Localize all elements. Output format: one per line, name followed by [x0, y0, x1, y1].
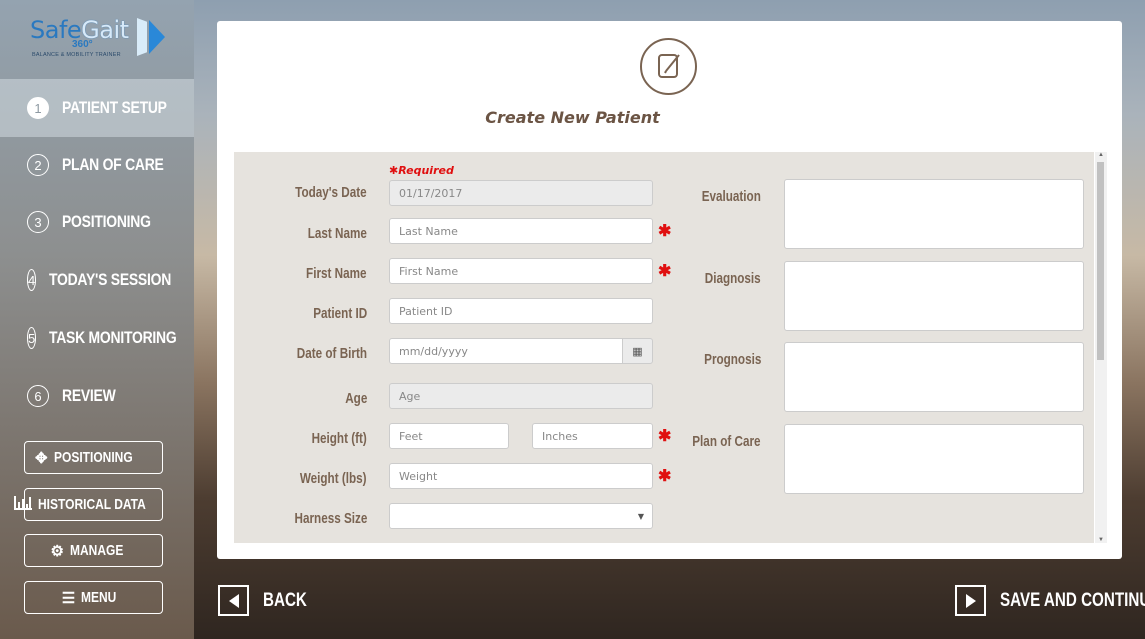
logo-badge: 360° — [72, 39, 93, 50]
move-arrows-icon: ✥ — [35, 449, 48, 467]
save-and-continue-button[interactable]: SAVE AND CONTINUE — [955, 585, 1145, 616]
step-task-monitoring[interactable]: 5 TASK MONITORING — [0, 309, 194, 367]
evaluation-textarea[interactable] — [784, 179, 1084, 249]
height-feet-input[interactable]: Feet — [389, 423, 509, 449]
diagnosis-textarea[interactable] — [784, 261, 1084, 331]
age-field: Age — [389, 383, 653, 409]
plan-of-care-textarea[interactable] — [784, 424, 1084, 494]
required-marker: ✱ — [658, 223, 672, 240]
calendar-icon[interactable]: ▦ — [622, 338, 653, 364]
step-todays-session[interactable]: 4 TODAY'S SESSION — [0, 251, 194, 309]
dob-input[interactable]: mm/dd/yyyy — [389, 338, 623, 364]
sidebar: SafeGait 360° BALANCE & MOBILITY TRAINER… — [0, 0, 194, 639]
weight-input[interactable]: Weight — [389, 463, 653, 489]
height-label: Height (ft) — [311, 430, 367, 447]
step-positioning[interactable]: 3 POSITIONING — [0, 193, 194, 251]
first-name-input[interactable]: First Name — [389, 258, 653, 284]
chevron-down-icon: ▼ — [637, 511, 644, 521]
forward-arrow-icon — [955, 585, 986, 616]
logo-tagline: BALANCE & MOBILITY TRAINER — [32, 52, 121, 58]
scroll-down-icon[interactable]: ▼ — [1098, 537, 1104, 543]
weight-label: Weight (lbs) — [300, 470, 367, 487]
required-marker: ✱ — [658, 263, 672, 280]
step-number: 5 — [27, 327, 37, 349]
evaluation-label: Evaluation — [701, 188, 761, 205]
back-button[interactable]: BACK — [218, 585, 318, 616]
step-label: POSITIONING — [62, 212, 151, 231]
height-inches-input[interactable]: Inches — [532, 423, 653, 449]
historical-data-button[interactable]: HISTORICAL DATA — [14, 488, 163, 521]
menu-button[interactable]: ☰ MENU — [24, 581, 163, 614]
todays-date-label: Today's Date — [295, 184, 367, 201]
diagnosis-label: Diagnosis — [705, 270, 761, 287]
step-label: PLAN OF CARE — [62, 155, 164, 174]
last-name-label: Last Name — [307, 225, 367, 242]
step-number: 6 — [27, 385, 49, 407]
step-label: REVIEW — [62, 386, 116, 405]
last-name-input[interactable]: Last Name — [389, 218, 653, 244]
patient-id-input[interactable]: Patient ID — [389, 298, 653, 324]
dob-label: Date of Birth — [296, 345, 367, 362]
required-marker: ✱ — [658, 428, 672, 445]
hamburger-icon: ☰ — [61, 589, 76, 607]
positioning-button[interactable]: ✥ POSITIONING — [24, 441, 163, 474]
safegait-logo[interactable]: SafeGait 360° BALANCE & MOBILITY TRAINER — [30, 14, 170, 64]
form-scrollbar[interactable]: ▲ ▼ — [1095, 152, 1107, 543]
step-plan-of-care[interactable]: 2 PLAN OF CARE — [0, 136, 194, 194]
required-note: ✱Required — [389, 164, 454, 177]
bar-chart-icon — [14, 495, 33, 514]
required-marker: ✱ — [658, 468, 672, 485]
scrollbar-thumb[interactable] — [1097, 162, 1104, 360]
todays-date-field: 01/17/2017 — [389, 180, 653, 206]
patient-id-label: Patient ID — [313, 305, 367, 322]
scroll-up-icon[interactable]: ▲ — [1098, 152, 1104, 158]
prognosis-label: Prognosis — [703, 351, 761, 368]
harness-size-select[interactable]: ▼ — [389, 503, 653, 529]
harness-size-label: Harness Size — [294, 510, 367, 527]
back-arrow-icon — [218, 585, 249, 616]
gears-icon: ⚙ — [50, 542, 64, 560]
manage-button[interactable]: ⚙ MANAGE — [24, 534, 163, 567]
step-number: 4 — [27, 269, 37, 291]
step-label: TASK MONITORING — [49, 328, 177, 347]
age-label: Age — [344, 390, 367, 407]
first-name-label: First Name — [306, 265, 367, 282]
edit-document-icon — [640, 38, 697, 95]
step-review[interactable]: 6 REVIEW — [0, 367, 194, 425]
logo-mark-icon — [137, 18, 165, 56]
plan-of-care-label: Plan of Care — [692, 433, 761, 450]
page-title: Create New Patient — [485, 108, 660, 127]
step-number: 3 — [27, 211, 49, 233]
step-label: TODAY'S SESSION — [49, 270, 172, 289]
prognosis-textarea[interactable] — [784, 342, 1084, 412]
step-number: 2 — [27, 154, 49, 176]
